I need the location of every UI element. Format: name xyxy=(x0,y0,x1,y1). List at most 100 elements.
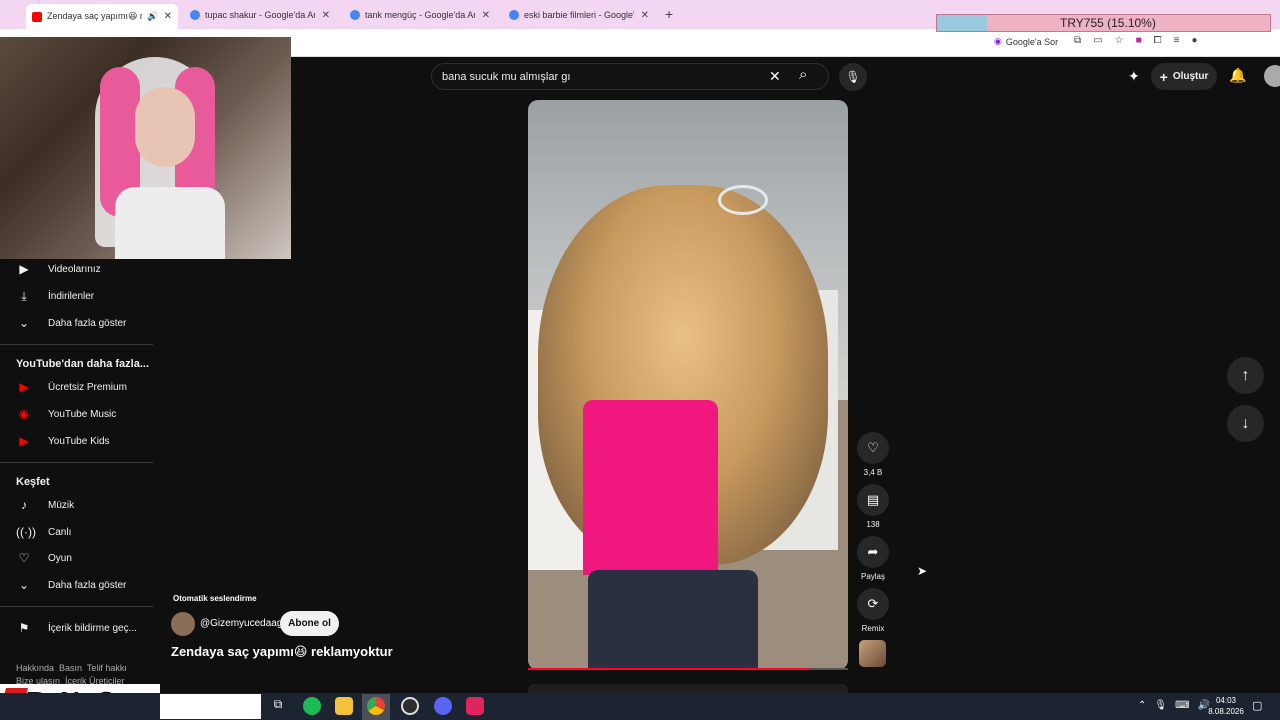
short-title: Zendaya saç yapımı😆 reklamyoktur xyxy=(171,644,393,659)
plus-icon: + xyxy=(1159,68,1168,85)
google-favicon-icon xyxy=(350,10,360,20)
taskbar-search-box[interactable] xyxy=(160,694,261,719)
comment-count: 138 xyxy=(866,520,880,529)
youtube-favicon-icon xyxy=(32,11,42,22)
toolbar-icons: ⧉ ▭ ☆ ■ ⧠ ≡ ● xyxy=(1074,35,1198,46)
auto-dub-label: Otomatik seslendirme xyxy=(173,594,257,603)
sidebar-item-show-more[interactable]: ⌄ Daha fazla göster xyxy=(16,314,126,332)
audio-thumbnail[interactable] xyxy=(859,640,886,667)
remix-button[interactable]: ⟳ xyxy=(857,588,889,620)
sidebar-item-premium[interactable]: ▶ Ücretsiz Premium xyxy=(16,378,127,396)
chevron-down-icon: ⌄ xyxy=(18,578,30,592)
youtube-icon: ▶ xyxy=(19,380,29,394)
file-explorer-icon[interactable] xyxy=(335,697,353,715)
speaker-icon[interactable]: 🔊 xyxy=(147,11,158,22)
sidebar-section-explore: Keşfet xyxy=(16,476,50,488)
sidebar-footer-links[interactable]: Hakkında Basın Telif hakkı xyxy=(16,663,127,673)
extensions-puzzle-icon[interactable]: ⧠ xyxy=(1154,35,1162,46)
close-tab-icon[interactable]: ✕ xyxy=(164,11,172,22)
account-avatar[interactable] xyxy=(1264,65,1280,87)
donation-goal-fill xyxy=(937,15,988,31)
channel-avatar[interactable] xyxy=(171,612,195,636)
clock-date[interactable]: 8.08.2026 xyxy=(1203,707,1249,716)
comments-button[interactable]: ▤ xyxy=(857,484,889,516)
task-view-icon[interactable]: ⧉ xyxy=(269,697,287,715)
sidebar-section-more: YouTube'dan daha fazla... xyxy=(16,358,149,370)
network-icon[interactable]: ⌨ xyxy=(1175,700,1189,711)
voice-search-icon[interactable]: 🎙 xyxy=(839,63,867,91)
share-label: Paylaş xyxy=(860,572,885,581)
tab-tank[interactable]: tank mengüç - Google'da Ara ✕ xyxy=(344,4,496,26)
streaming-app-icon[interactable] xyxy=(466,697,484,715)
next-short-preview xyxy=(528,684,848,693)
mouse-cursor-icon: ➤ xyxy=(917,564,928,578)
remix-icon: ⟳ xyxy=(867,596,879,611)
bookmark-star-icon[interactable]: ☆ xyxy=(1115,35,1124,46)
subscribe-button[interactable]: Abone ol xyxy=(280,611,339,636)
close-tab-icon[interactable]: ✕ xyxy=(641,10,649,21)
music-icon: ♪ xyxy=(21,498,27,512)
tab-tupac[interactable]: tupac shakur - Google'da Ara ✕ xyxy=(184,4,336,26)
clear-search-icon[interactable]: ✕ xyxy=(769,68,781,85)
clock-time[interactable]: 04:03 xyxy=(1206,696,1246,705)
previous-short-arrow-up-icon[interactable]: ↑ xyxy=(1227,357,1264,394)
sidebar-item-videos[interactable]: ▶ Videolarınız xyxy=(16,260,100,278)
remix-label: Remix xyxy=(861,624,885,633)
notifications-bell-icon[interactable]: 🔔 xyxy=(1229,67,1246,84)
system-tray: ⌃ 🎙 ⌨ 🔊 xyxy=(1138,700,1210,711)
download-icon: ⤓ xyxy=(21,288,27,303)
sidebar-item-live[interactable]: ((·)) Canlı xyxy=(16,523,71,541)
chevron-up-icon[interactable]: ⌃ xyxy=(1138,700,1146,711)
game-icon: ♡ xyxy=(18,551,30,565)
google-ask-button[interactable]: ◉ Google'a Sor xyxy=(994,36,1058,47)
sidebar-item-music[interactable]: ◉ YouTube Music xyxy=(16,405,116,423)
sidebar-item-music-explore[interactable]: ♪ Müzik xyxy=(16,496,74,514)
youtube-music-icon: ◉ xyxy=(18,407,30,421)
profile-icon[interactable]: ● xyxy=(1191,35,1197,46)
translate-icon[interactable]: ⧉ xyxy=(1074,35,1081,46)
like-button[interactable]: ♡ xyxy=(857,432,889,464)
flag-icon: ⚑ xyxy=(18,621,30,635)
play-icon: ▶ xyxy=(19,262,29,276)
create-button[interactable]: + Oluştur xyxy=(1151,63,1217,90)
microphone-icon[interactable]: 🎙 xyxy=(1154,700,1167,711)
channel-name[interactable]: @Gizemyucedaag xyxy=(200,618,282,629)
live-icon: ((·)) xyxy=(16,525,36,539)
chrome-icon[interactable] xyxy=(367,697,385,715)
share-button[interactable]: ➦ xyxy=(857,536,889,568)
discord-icon[interactable] xyxy=(434,697,452,715)
sidebar-item-gaming[interactable]: ♡ Oyun xyxy=(16,549,72,567)
chevron-down-icon: ⌄ xyxy=(18,316,30,330)
share-icon: ➦ xyxy=(867,544,879,559)
short-video-player[interactable] xyxy=(528,100,848,670)
sidebar-divider xyxy=(0,344,153,345)
heart-icon: ♡ xyxy=(867,440,879,455)
media-icon[interactable]: ≡ xyxy=(1174,35,1180,46)
tab-barbie[interactable]: eski barbie filmleri - Google'da ✕ xyxy=(503,4,655,26)
like-count: 3,4 B xyxy=(863,468,883,477)
spotify-icon[interactable] xyxy=(303,697,321,715)
close-tab-icon[interactable]: ✕ xyxy=(482,10,490,21)
sidebar-item-show-more-explore[interactable]: ⌄ Daha fazla göster xyxy=(16,576,126,594)
comment-icon: ▤ xyxy=(866,492,880,507)
assistant-icon[interactable]: ✦ xyxy=(1128,68,1140,85)
tab-youtube[interactable]: Zendaya saç yapımı😆 rekl 🔊 ✕ xyxy=(26,4,178,29)
youtube-kids-icon: ▶ xyxy=(19,434,29,448)
sidebar-item-downloads[interactable]: ⤓ İndirilenler xyxy=(16,287,94,305)
google-lens-icon: ◉ xyxy=(994,36,1002,46)
sidebar-divider xyxy=(0,462,153,463)
obs-icon[interactable] xyxy=(401,697,419,715)
donation-goal-label: TRY755 (15.10%) xyxy=(1060,16,1156,30)
search-icon[interactable]: ⌕ xyxy=(799,66,807,83)
sidebar-item-report[interactable]: ⚑ İçerik bildirme geç... xyxy=(16,619,137,637)
next-short-arrow-down-icon[interactable]: ↓ xyxy=(1227,405,1264,442)
sidebar-item-kids[interactable]: ▶ YouTube Kids xyxy=(16,432,109,450)
extension-icon[interactable]: ■ xyxy=(1136,35,1142,46)
close-tab-icon[interactable]: ✕ xyxy=(322,10,330,21)
google-favicon-icon xyxy=(509,10,519,20)
notification-center-icon[interactable]: ▢ xyxy=(1252,699,1262,712)
cast-icon[interactable]: ▭ xyxy=(1093,35,1102,46)
webcam-overlay xyxy=(0,37,291,259)
google-favicon-icon xyxy=(190,10,200,20)
new-tab-button[interactable]: + xyxy=(665,6,673,22)
